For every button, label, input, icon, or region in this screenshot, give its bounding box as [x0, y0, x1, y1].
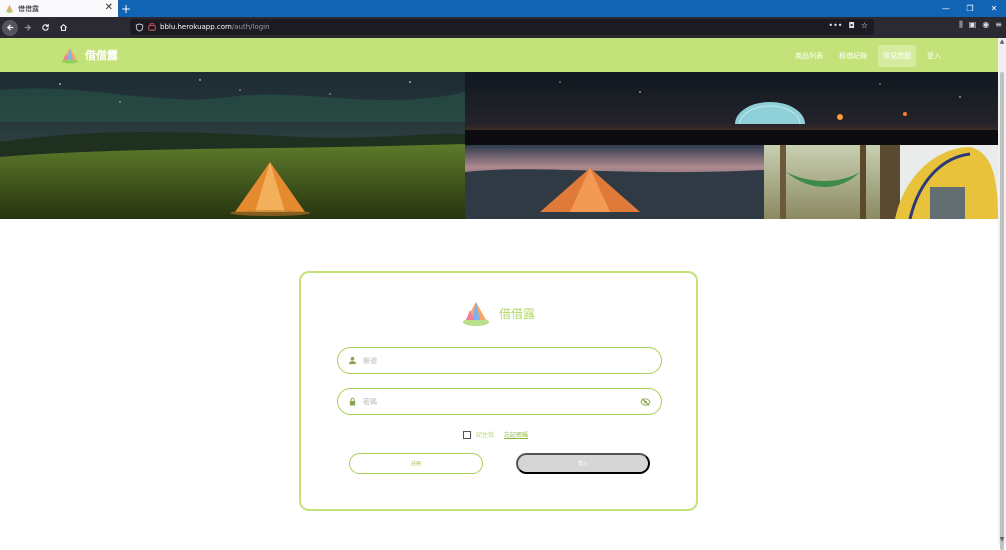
forward-arrow-icon[interactable] — [18, 19, 36, 37]
login-brand: 借借露 — [461, 299, 535, 327]
register-button[interactable]: 註冊 — [349, 453, 483, 474]
nav-faq[interactable]: 常見問題 — [878, 45, 916, 67]
browser-toolbar: bblu.herokuapp.com/auth/login ••• ◘ ☆ ⫼ … — [0, 17, 1006, 38]
shield-icon[interactable] — [135, 22, 144, 32]
main-nav: 商品列表 租借紀錄 常見問題 登入 — [790, 45, 946, 67]
forgot-password-link[interactable]: 忘記密碼 — [504, 430, 528, 439]
hero-banner — [0, 72, 998, 219]
hero-photo-yellow-tent — [880, 145, 998, 219]
window-close-icon[interactable]: ✕ — [982, 0, 1006, 17]
remember-checkbox[interactable] — [463, 430, 471, 439]
tab-title: 借借露 — [18, 4, 39, 13]
window-controls: — ❐ ✕ — [934, 0, 1006, 17]
login-card: 借借露 記住我 忘記密碼 註冊 登入 — [299, 271, 698, 511]
restore-icon[interactable]: ❐ — [958, 0, 982, 17]
password-input[interactable] — [363, 397, 623, 406]
scroll-down-icon[interactable]: ▼ — [998, 536, 1006, 544]
nav-products[interactable]: 商品列表 — [790, 45, 828, 67]
web-page: 借借露 商品列表 租借紀錄 常見問題 登入 借借露 帳號 記住我 忘記密碼 註冊… — [0, 38, 998, 544]
browser-tab[interactable]: 借借露 ✕ — [0, 0, 118, 17]
page-scrollbar[interactable]: ▲ ▼ — [998, 38, 1006, 550]
back-arrow-icon[interactable] — [2, 19, 18, 36]
bookmark-star-icon[interactable]: ☆ — [861, 21, 868, 30]
remember-row: 記住我 忘記密碼 — [463, 430, 528, 439]
scroll-up-icon[interactable]: ▲ — [998, 38, 1006, 46]
url-host: bblu.herokuapp.com — [160, 23, 232, 31]
account-input[interactable] — [363, 356, 623, 365]
site-header: 借借露 商品列表 租借紀錄 常見問題 登入 — [0, 38, 998, 72]
site-brand[interactable]: 借借露 — [60, 46, 118, 64]
site-info-icon[interactable] — [148, 23, 156, 31]
tent-logo-icon — [463, 302, 489, 326]
scroll-thumb[interactable] — [1000, 72, 1004, 550]
tab-close-icon[interactable]: ✕ — [105, 2, 113, 14]
account-field[interactable] — [337, 347, 662, 374]
hero-photo-hammock — [764, 145, 880, 219]
nav-rental-records[interactable]: 租借紀錄 — [834, 45, 872, 67]
minimize-icon[interactable]: — — [934, 0, 958, 17]
eye-slash-icon[interactable] — [640, 397, 651, 407]
url-path: /auth/login — [231, 23, 270, 31]
library-icon[interactable]: ⫼ — [959, 20, 963, 30]
new-tab-icon[interactable]: + — [118, 0, 134, 17]
address-bar[interactable]: bblu.herokuapp.com/auth/login ••• ◘ ☆ — [130, 19, 874, 35]
password-field[interactable] — [337, 388, 662, 415]
lock-icon — [349, 397, 356, 406]
pocket-icon[interactable]: ◘ — [849, 21, 855, 30]
brand-name: 借借露 — [85, 49, 118, 62]
home-icon[interactable] — [54, 19, 72, 37]
sidebar-icon[interactable]: ▣ — [969, 20, 977, 30]
hamburger-menu-icon[interactable]: ≡ — [995, 20, 1002, 30]
person-icon — [348, 356, 357, 365]
remember-label[interactable]: 記住我 — [476, 430, 494, 439]
site-favicon-icon — [5, 4, 14, 13]
hero-photo-night-tent — [0, 72, 465, 219]
hero-photo-lake-dome-tent — [465, 72, 998, 145]
hero-photo-rock-tent — [465, 145, 764, 219]
tent-logo-icon — [62, 48, 78, 64]
reload-icon[interactable] — [36, 19, 54, 37]
more-actions-icon[interactable]: ••• — [828, 21, 842, 30]
login-button[interactable]: 登入 — [516, 453, 650, 474]
login-title: 借借露 — [499, 306, 536, 321]
nav-login[interactable]: 登入 — [922, 45, 946, 67]
account-icon[interactable]: ◉ — [982, 20, 989, 30]
browser-tab-strip: 借借露 ✕ + — ❐ ✕ — [0, 0, 1006, 17]
